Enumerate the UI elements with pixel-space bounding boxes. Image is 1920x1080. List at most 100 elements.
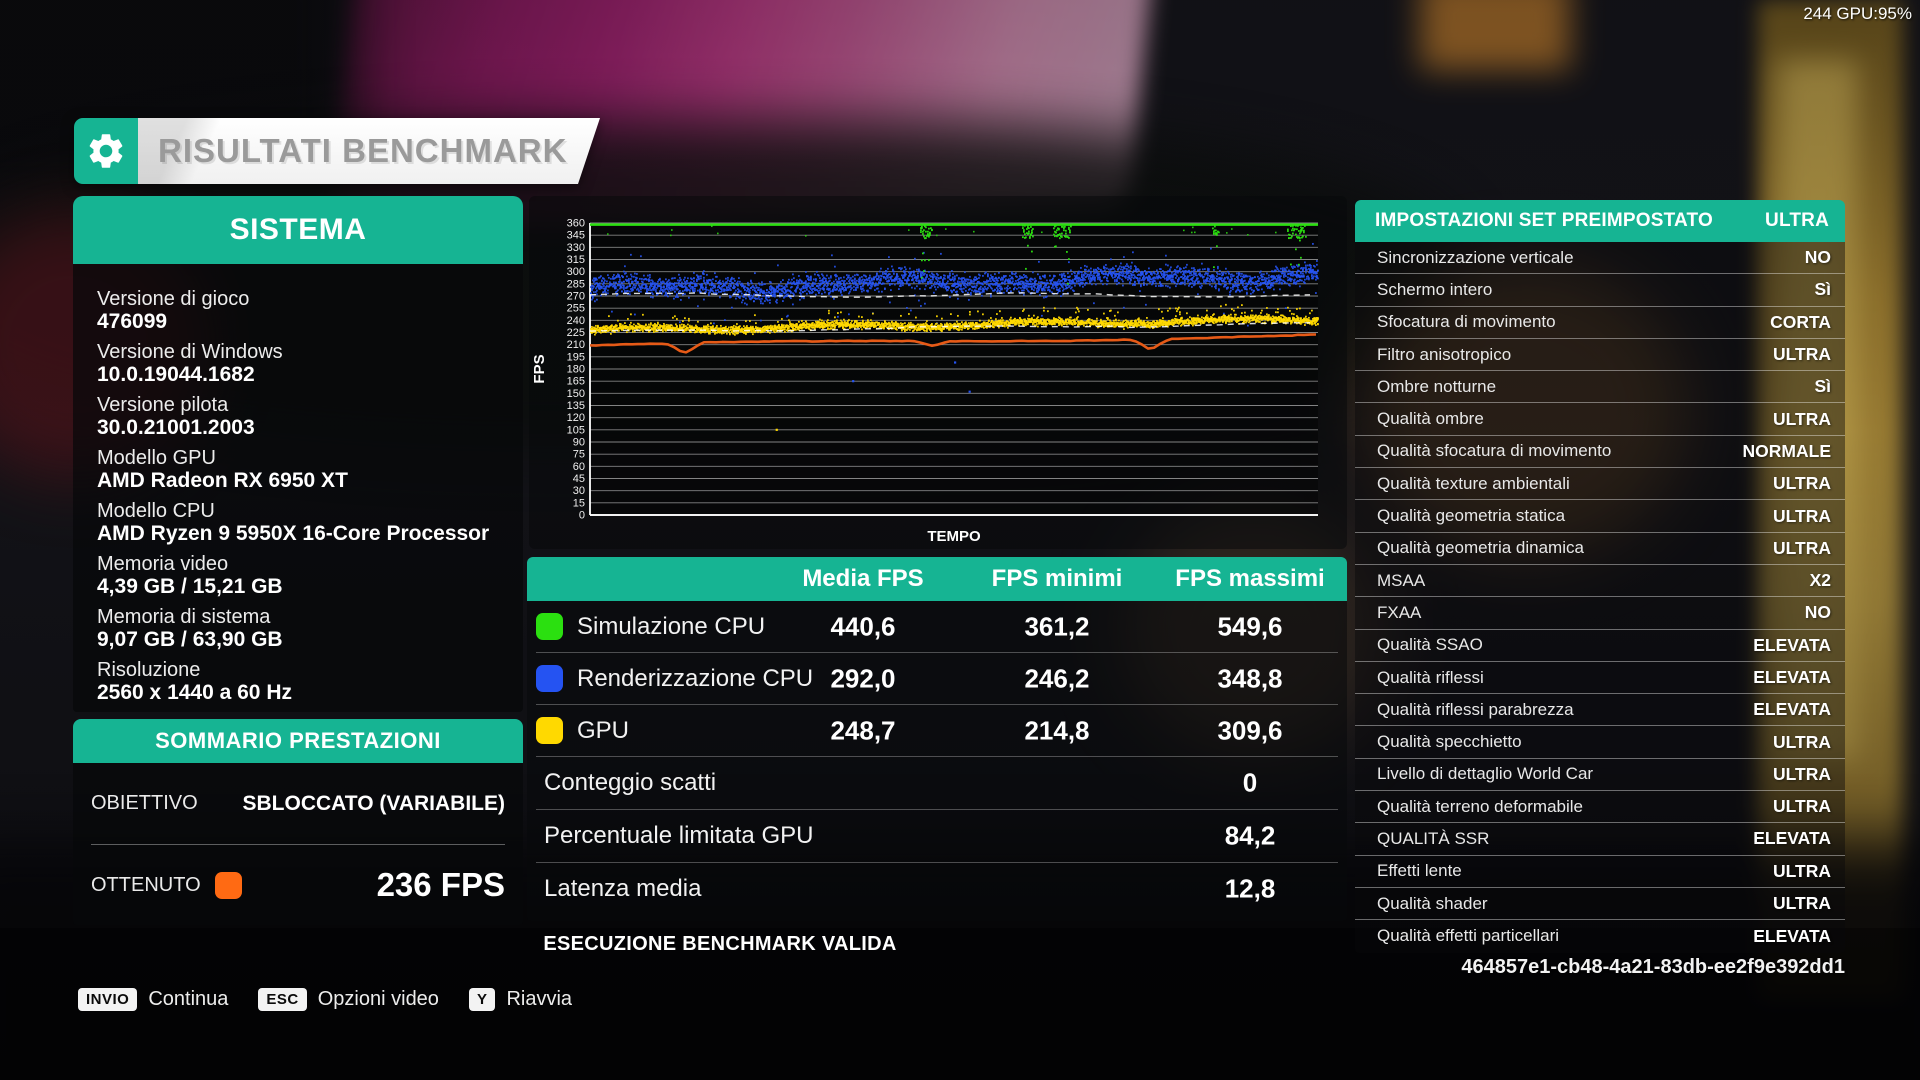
system-field-value: 10.0.19044.1682: [97, 363, 255, 386]
setting-value: ULTRA: [1773, 763, 1831, 784]
extra-row-value: 12,8: [1224, 873, 1276, 904]
page-title: RISULTATI BENCHMARK: [158, 132, 568, 169]
setting-value: ULTRA: [1773, 505, 1831, 526]
achieved-fps-value: 236 FPS: [376, 866, 505, 903]
setting-value: ULTRA: [1773, 731, 1831, 752]
setting-value: ULTRA: [1773, 408, 1831, 429]
system-panel: SISTEMA Versione di gioco 476099 Versione …: [73, 196, 523, 712]
system-field: Modello GPU AMD Radeon RX 6950 XT: [73, 447, 523, 492]
system-field-value: 30.0.21001.2003: [97, 416, 255, 439]
setting-row: Qualità riflessi ELEVATA: [1355, 662, 1845, 695]
achieved-color-swatch: [214, 871, 242, 899]
series-color-swatch: [536, 717, 563, 744]
setting-row: Effetti lente ULTRA: [1355, 856, 1845, 888]
series-color-swatch: [536, 665, 563, 692]
setting-row: Qualità riflessi parabrezza ELEVATA: [1355, 694, 1845, 727]
setting-row: Qualità specchietto ULTRA: [1355, 726, 1845, 759]
setting-label: Qualità effetti particellari: [1377, 926, 1560, 946]
setting-value: ELEVATA: [1753, 699, 1831, 720]
setting-row: Sincronizzazione verticale NO: [1355, 242, 1845, 275]
system-field-value: 476099: [97, 310, 168, 333]
setting-row: Qualità texture ambientali ULTRA: [1355, 468, 1845, 501]
min-fps-value: 246,2: [1024, 663, 1090, 693]
fps-chart-panel: [529, 196, 1347, 549]
fps-chart-canvas: [529, 196, 1347, 549]
performance-summary-panel: SOMMARIO PRESTAZIONI OBIETTIVO SBLOCCATO…: [73, 719, 523, 925]
settings-panel-title: IMPOSTAZIONI SET PREIMPOSTATO: [1375, 210, 1713, 231]
setting-label: Filtro anisotropico: [1377, 344, 1512, 364]
max-fps-value: 549,6: [1217, 611, 1283, 641]
footer-hints: INVIO Continua ESC Opzioni video Y Riavvia: [78, 988, 572, 1011]
setting-row: Schermo intero Sì: [1355, 274, 1845, 307]
table-extra-row: Latenza media 12,8: [527, 863, 1347, 915]
setting-row: MSAA X2: [1355, 565, 1845, 598]
setting-value: Sì: [1814, 376, 1831, 397]
setting-row: Qualità effetti particellari ELEVATA: [1355, 920, 1845, 952]
hint-riavvia[interactable]: Y Riavvia: [468, 988, 573, 1011]
setting-value: X2: [1809, 570, 1831, 591]
setting-label: FXAA: [1377, 602, 1422, 622]
settings-rows: Sincronizzazione verticale NO Schermo inte…: [1355, 242, 1845, 953]
setting-value: ULTRA: [1773, 473, 1831, 494]
setting-row: Qualità shader ULTRA: [1355, 888, 1845, 921]
setting-label: Qualità geometria statica: [1377, 506, 1566, 526]
system-field-value: 2560 x 1440 a 60 Hz: [97, 681, 292, 704]
setting-row: QUALITÀ SSR ELEVATA: [1355, 823, 1845, 856]
setting-value: ULTRA: [1773, 537, 1831, 558]
table-extra-row: Percentuale limitata GPU 84,2: [527, 810, 1347, 862]
hint-label: Opzioni video: [317, 988, 439, 1010]
hint-label: Riavvia: [506, 988, 573, 1010]
summary-panel-title: SOMMARIO PRESTAZIONI: [73, 719, 523, 763]
results-table-body: Simulazione CPU 440,6 361,2 549,6 Renderizza…: [527, 601, 1347, 921]
extra-row-value: 84,2: [1224, 820, 1276, 851]
system-field: Modello CPU AMD Ryzen 9 5950X 16-Core Pro…: [73, 500, 523, 545]
hint-opzioni-video[interactable]: ESC Opzioni video: [258, 988, 439, 1011]
min-fps-value: 214,8: [1024, 715, 1090, 745]
setting-label: Effetti lente: [1377, 861, 1462, 881]
setting-row: Qualità sfocatura di movimento NORMALE: [1355, 436, 1845, 469]
objective-label: OBIETTIVO: [91, 792, 198, 814]
table-row: Renderizzazione CPU 292,0 246,2 348,8: [527, 653, 1347, 704]
setting-value: NO: [1804, 247, 1831, 268]
setting-row: Qualità terreno deformabile ULTRA: [1355, 791, 1845, 824]
setting-row: Qualità geometria dinamica ULTRA: [1355, 533, 1845, 565]
column-header: Media FPS: [802, 565, 924, 592]
setting-row: Qualità SSAO ELEVATA: [1355, 630, 1845, 662]
media-fps-value: 248,7: [830, 715, 896, 745]
fps-gpu-counter: 244 GPU:95%: [1803, 4, 1912, 23]
system-field: Risoluzione 2560 x 1440 a 60 Hz: [73, 659, 523, 704]
system-field-label: Versione di gioco: [97, 288, 250, 310]
page-title-plate: RISULTATI BENCHMARK: [138, 118, 600, 184]
system-field-label: Memoria di sistema: [97, 606, 271, 628]
system-field-value: 9,07 GB / 63,90 GB: [97, 628, 283, 651]
system-field-label: Versione di Windows: [97, 341, 283, 363]
setting-row: Ombre notturne Sì: [1355, 371, 1845, 404]
system-field-label: Memoria video: [97, 553, 229, 575]
setting-label: Qualità ombre: [1377, 409, 1484, 429]
setting-label: Qualità riflessi parabrezza: [1377, 699, 1574, 719]
setting-label: Sincronizzazione verticale: [1377, 247, 1574, 267]
setting-row: FXAA NO: [1355, 597, 1845, 630]
keycap-invio: INVIO: [78, 988, 138, 1011]
setting-row: Qualità ombre ULTRA: [1355, 403, 1845, 436]
table-extra-row: Conteggio scatti 0: [527, 757, 1347, 809]
setting-value: CORTA: [1770, 311, 1831, 332]
setting-value: Sì: [1814, 279, 1831, 300]
setting-label: Qualità sfocatura di movimento: [1377, 441, 1612, 461]
media-fps-value: 440,6: [830, 611, 896, 641]
objective-row: OBIETTIVO SBLOCCATO (VARIABILE): [91, 763, 505, 844]
hint-continua[interactable]: INVIO Continua: [78, 988, 228, 1011]
setting-label: Sfocatura di movimento: [1377, 312, 1556, 332]
setting-row: Filtro anisotropico ULTRA: [1355, 339, 1845, 372]
setting-value: ULTRA: [1773, 860, 1831, 881]
min-fps-value: 361,2: [1024, 611, 1090, 641]
keycap-esc: ESC: [258, 988, 307, 1011]
system-field: Versione pilota 30.0.21001.2003: [73, 394, 523, 439]
achieved-row: OTTENUTO 236 FPS: [91, 845, 505, 925]
objective-value: SBLOCCATO (VARIABILE): [242, 791, 506, 815]
setting-label: Qualità terreno deformabile: [1377, 796, 1584, 816]
table-row: GPU 248,7 214,8 309,6: [527, 705, 1347, 756]
achieved-label: OTTENUTO: [91, 873, 201, 896]
settings-panel-header: IMPOSTAZIONI SET PREIMPOSTATO ULTRA: [1355, 200, 1845, 242]
series-label: Simulazione CPU: [577, 612, 766, 640]
